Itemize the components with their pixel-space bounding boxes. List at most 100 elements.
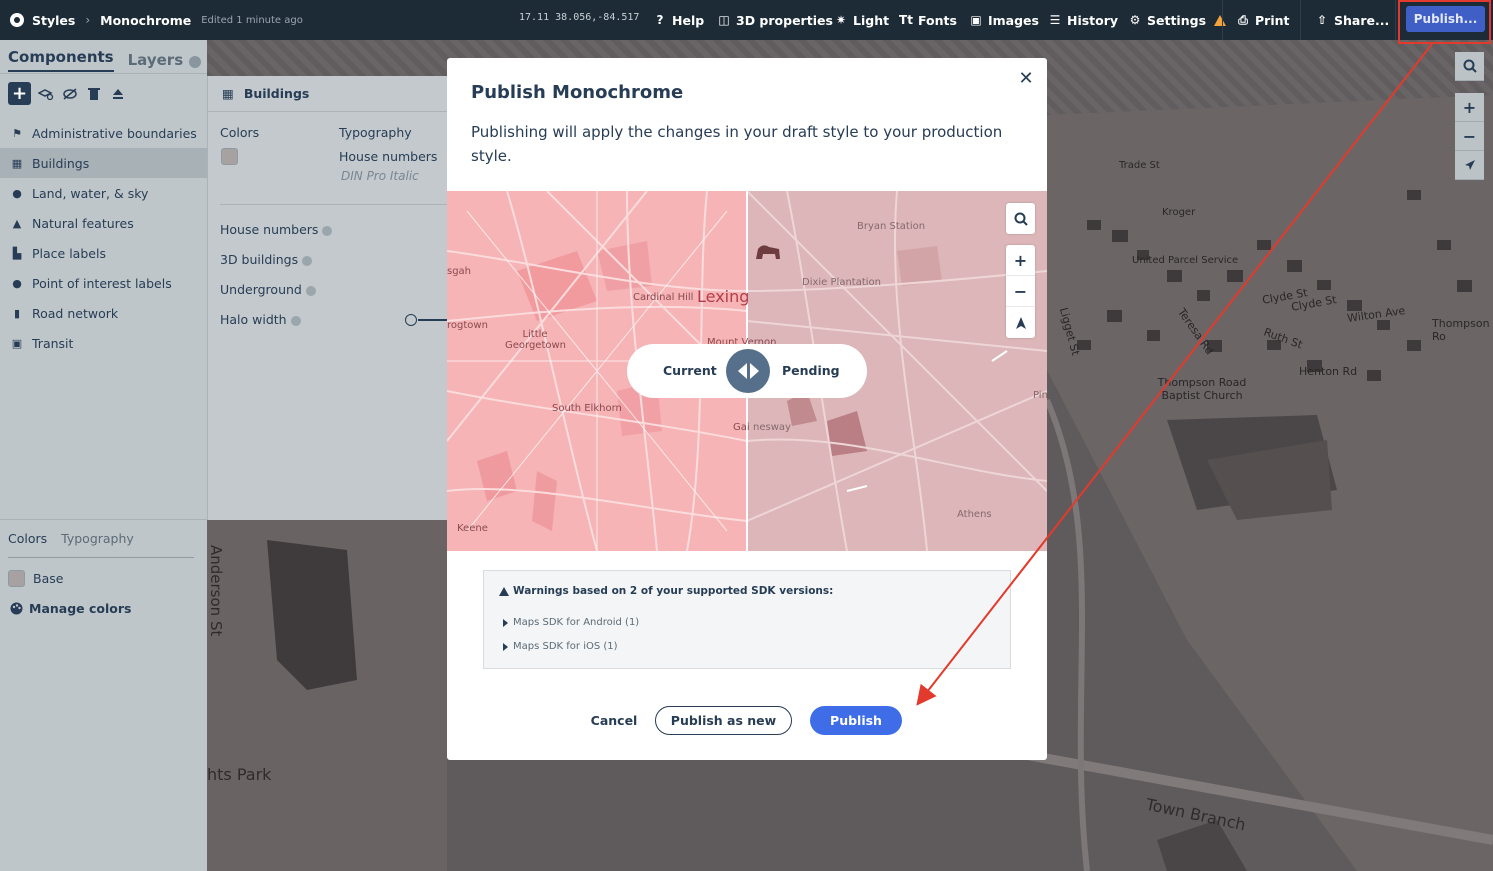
preview-zoom-out-button[interactable]: − bbox=[1006, 276, 1035, 307]
tab-typography[interactable]: Typography bbox=[61, 531, 134, 546]
images-label: Images bbox=[988, 12, 1039, 28]
underground-row[interactable]: Underground bbox=[220, 282, 316, 297]
tab-layers[interactable]: Layers bbox=[128, 51, 184, 75]
style-name[interactable]: Monochrome bbox=[100, 13, 191, 28]
palette-icon bbox=[10, 602, 23, 615]
component-item-land[interactable]: ● Land, water, & sky bbox=[0, 178, 207, 208]
component-item-buildings[interactable]: ▦ Buildings bbox=[0, 148, 207, 178]
help-button[interactable]: ? Help bbox=[653, 0, 705, 40]
warning-ios-label: Maps SDK for iOS (1) bbox=[513, 641, 618, 652]
road-icon: ▮ bbox=[13, 306, 21, 320]
zoom-readout: 17.11 bbox=[519, 12, 550, 23]
breadcrumb-styles[interactable]: Styles bbox=[32, 13, 75, 28]
preview-search-control bbox=[1006, 203, 1035, 234]
compass-button[interactable] bbox=[1455, 151, 1484, 180]
manage-colors-button[interactable]: Manage colors bbox=[10, 601, 131, 616]
3d-properties-button[interactable]: ◫ 3D properties bbox=[717, 0, 833, 40]
map-label-church: Thompson Road Baptist Church bbox=[1157, 376, 1247, 402]
mapbox-logo-icon[interactable] bbox=[10, 13, 24, 27]
tab-layers-wrap[interactable]: Layers bbox=[128, 51, 202, 69]
component-detail-panel: ▦ Buildings Colors Typography House numb… bbox=[207, 76, 448, 520]
component-item-road[interactable]: ▮ Road network bbox=[0, 298, 207, 328]
delete-button[interactable] bbox=[85, 82, 103, 105]
building-color-swatch[interactable] bbox=[221, 148, 238, 165]
minus-icon: − bbox=[1462, 126, 1477, 146]
left-panel: Components Layers + ⚑ Administrative boun… bbox=[0, 40, 207, 871]
preview-zoom-in-button[interactable]: + bbox=[1006, 245, 1035, 276]
component-item-place[interactable]: ▙ Place labels bbox=[0, 238, 207, 268]
light-button[interactable]: ✷ Light bbox=[834, 0, 889, 40]
layers-status-dot bbox=[189, 55, 202, 68]
house-numbers-row[interactable]: House numbers bbox=[220, 222, 333, 237]
fonts-button[interactable]: Tt Fonts bbox=[899, 0, 957, 40]
map-label-anderson: Anderson St bbox=[207, 545, 225, 637]
preview-search-button[interactable] bbox=[1006, 203, 1035, 234]
warning-android-toggle[interactable]: Maps SDK for Android (1) bbox=[503, 617, 639, 628]
add-component-button[interactable]: + bbox=[8, 82, 31, 105]
zoom-out-button[interactable]: − bbox=[1455, 122, 1484, 151]
trash-icon bbox=[88, 88, 100, 100]
history-button[interactable]: ☰ History bbox=[1048, 0, 1118, 40]
halo-width-slider-handle[interactable] bbox=[405, 314, 417, 326]
preview-label-bryan-station: Bryan Station bbox=[857, 221, 926, 232]
image-icon: ▣ bbox=[970, 13, 982, 27]
info-icon bbox=[290, 315, 301, 326]
preview-label-cardinal-hill: Cardinal Hill bbox=[633, 292, 694, 303]
images-button[interactable]: ▣ Images bbox=[969, 0, 1039, 40]
publish-button[interactable]: Publish bbox=[810, 706, 902, 735]
city-icon: ▙ bbox=[12, 246, 22, 260]
preview-label-little-georgetown: Little Georgetown bbox=[505, 329, 567, 351]
info-icon bbox=[305, 285, 316, 296]
zoom-in-button[interactable]: + bbox=[1455, 93, 1484, 122]
component-label: Land, water, & sky bbox=[32, 185, 149, 201]
preview-label-pin: Pin bbox=[1033, 390, 1047, 401]
share-button[interactable]: ⇧ Share... bbox=[1315, 0, 1389, 40]
toolbar-divider bbox=[1222, 0, 1223, 40]
color-tab-divider bbox=[8, 557, 194, 558]
preview-label-rogtown: rogtown bbox=[447, 320, 488, 331]
plus-icon: + bbox=[1013, 250, 1028, 270]
hide-button[interactable] bbox=[61, 82, 79, 105]
map-search-button[interactable] bbox=[1455, 52, 1484, 81]
building-icon: ▦ bbox=[11, 156, 23, 170]
component-item-admin[interactable]: ⚑ Administrative boundaries bbox=[0, 118, 207, 148]
buildings-3d-row[interactable]: 3D buildings bbox=[220, 252, 313, 267]
toolbar-divider bbox=[1300, 0, 1301, 40]
component-label: Administrative boundaries bbox=[32, 125, 197, 141]
tab-colors[interactable]: Colors bbox=[8, 531, 47, 546]
eject-icon bbox=[113, 88, 123, 99]
preview-label-gainesway-left: Gai bbox=[733, 422, 750, 433]
compare-pending-label: Pending bbox=[782, 363, 840, 378]
compare-slider-handle[interactable] bbox=[726, 349, 770, 393]
base-color-row[interactable]: Base bbox=[8, 570, 63, 587]
style-compare-preview[interactable]: Lexing Cardinal Hill Little Georgetown S… bbox=[447, 191, 1047, 551]
cancel-button[interactable]: Cancel bbox=[584, 706, 644, 734]
component-item-poi[interactable]: ● Point of interest labels bbox=[0, 268, 207, 298]
print-button[interactable]: ⎙ Print bbox=[1236, 0, 1289, 40]
compare-slider[interactable]: Current Pending bbox=[627, 344, 867, 398]
component-item-natural[interactable]: ▲ Natural features bbox=[0, 208, 207, 238]
light-label: Light bbox=[853, 12, 890, 28]
warning-ios-toggle[interactable]: Maps SDK for iOS (1) bbox=[503, 641, 618, 652]
layer-filter-button[interactable] bbox=[37, 82, 55, 105]
lion-icon bbox=[756, 245, 780, 259]
font-name[interactable]: DIN Pro Italic bbox=[341, 169, 419, 183]
panel-divider bbox=[220, 204, 448, 205]
annotation-highlight-box bbox=[1398, 0, 1491, 44]
component-item-transit[interactable]: ▣ Transit bbox=[0, 328, 207, 358]
tab-components[interactable]: Components bbox=[8, 48, 114, 72]
close-icon[interactable]: ✕ bbox=[1017, 68, 1035, 90]
train-icon: ▣ bbox=[11, 336, 23, 350]
settings-button[interactable]: ⚙ Settings bbox=[1128, 0, 1227, 40]
base-color-swatch[interactable] bbox=[8, 570, 25, 587]
publish-as-new-button[interactable]: Publish as new bbox=[655, 706, 792, 735]
help-label: Help bbox=[672, 12, 705, 28]
toolbar-divider bbox=[1395, 0, 1396, 40]
minus-icon: − bbox=[1013, 281, 1028, 301]
component-toolbar: + bbox=[8, 82, 127, 105]
share-icon: ⇧ bbox=[1316, 13, 1328, 27]
halo-width-slider-track[interactable] bbox=[418, 319, 448, 321]
preview-compass-button[interactable] bbox=[1006, 307, 1035, 338]
eject-button[interactable] bbox=[109, 82, 127, 105]
pin-icon: ● bbox=[12, 276, 22, 290]
